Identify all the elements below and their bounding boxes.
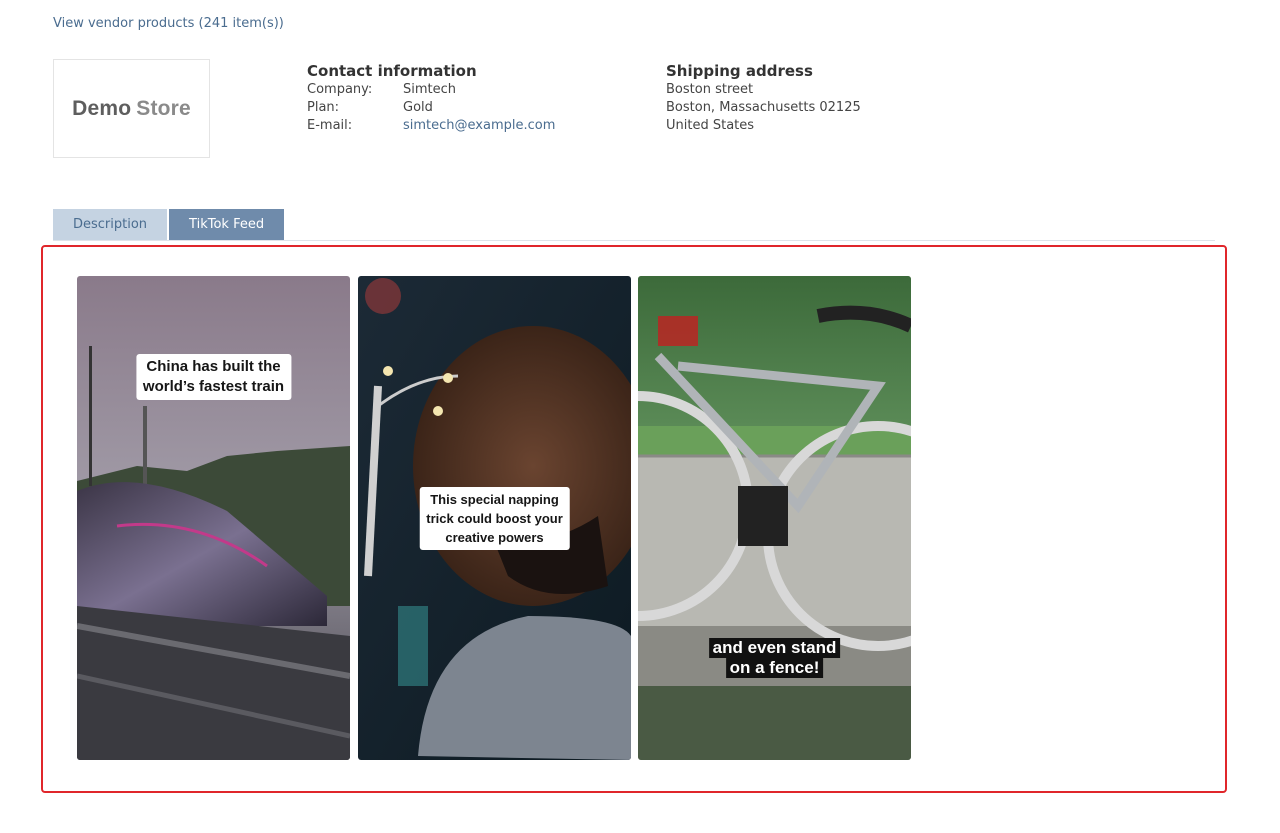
tiktok-video-3[interactable]: and even stand on a fence! [638,276,911,760]
video-caption: This special napping trick could boost y… [419,487,570,550]
company-row: Company: Simtech [307,82,457,97]
video-caption: and even stand on a fence! [708,638,841,678]
view-vendor-products-link[interactable]: View vendor products (241 item(s)) [53,16,284,31]
vendor-logo: Demo Store [53,59,210,158]
email-link[interactable]: simtech@example.com [403,117,555,135]
video-thumbnail-bike [638,276,911,760]
plan-value: Gold [403,100,433,115]
company-value: Simtech [403,82,457,97]
logo-text: Demo Store [72,96,191,120]
contact-information: Contact information Company: Simtech Pla… [307,61,555,135]
tab-tiktok-feed[interactable]: TikTok Feed [169,209,285,241]
vendor-tabs: Description TikTok Feed [53,209,286,241]
tiktok-video-2[interactable]: This special napping trick could boost y… [358,276,631,760]
shipping-line: Boston, Massachusetts 02125 [666,100,861,115]
tab-divider [53,240,1215,241]
shipping-line: Boston street [666,82,754,97]
video-caption: China has built the world’s fastest trai… [135,354,292,400]
shipping-title: Shipping address [666,62,813,80]
plan-row: Plan: Gold [307,100,433,115]
shipping-address: Shipping address Boston street Boston, M… [666,61,861,135]
email-row: E-mail: simtech@example.com [307,117,556,135]
video-thumbnail-train [77,276,350,760]
tiktok-video-1[interactable]: China has built the world’s fastest trai… [77,276,350,760]
shipping-line: United States [666,118,755,133]
tab-description[interactable]: Description [53,209,168,241]
contact-title: Contact information [307,62,477,80]
